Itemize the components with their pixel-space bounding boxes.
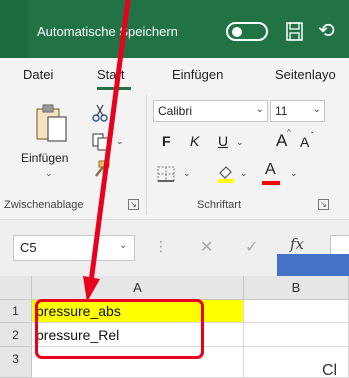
enter-icon[interactable]: ✓ bbox=[245, 237, 258, 257]
cropped-text: Cl bbox=[322, 362, 338, 378]
undo-icon[interactable]: ⟲ bbox=[318, 21, 335, 41]
borders-dropdown-icon[interactable]: ⌄ bbox=[183, 168, 191, 179]
fill-color-icon[interactable] bbox=[216, 163, 236, 183]
highlight-box bbox=[35, 299, 204, 359]
copy-icon[interactable] bbox=[92, 133, 110, 151]
shrink-caret-icon: ˇ bbox=[311, 131, 314, 140]
autosave-label: Automatische Speichern bbox=[37, 24, 178, 39]
group-separator bbox=[146, 95, 147, 215]
name-box-dropdown-icon[interactable]: ⌄ bbox=[119, 240, 127, 251]
toggle-knob bbox=[232, 27, 242, 37]
format-painter-icon[interactable] bbox=[92, 160, 110, 178]
row-header-3[interactable]: 3 bbox=[0, 347, 32, 378]
insert-function-icon[interactable]: fx bbox=[290, 235, 304, 253]
font-size-dropdown-icon: ⌄ bbox=[312, 104, 321, 115]
borders-icon[interactable] bbox=[157, 166, 175, 182]
font-name-value: Calibri bbox=[158, 104, 193, 118]
tab-einfuegen[interactable]: Einfügen bbox=[172, 67, 223, 82]
grow-caret-icon: ^ bbox=[287, 128, 291, 137]
column-header-b[interactable]: B bbox=[244, 276, 349, 300]
name-box[interactable]: C5 bbox=[13, 235, 135, 261]
save-icon[interactable] bbox=[286, 22, 303, 41]
row-header-2[interactable]: 2 bbox=[0, 323, 32, 347]
cancel-icon[interactable]: ✕ bbox=[200, 237, 213, 257]
font-color-dropdown-icon[interactable]: ⌄ bbox=[290, 168, 298, 179]
cell-b2[interactable] bbox=[244, 323, 349, 347]
active-tab-indicator bbox=[97, 87, 131, 90]
clipboard-group-label: Zwischenablage bbox=[4, 199, 84, 211]
autosave-toggle[interactable] bbox=[226, 22, 268, 41]
font-color-swatch bbox=[262, 181, 280, 185]
font-launcher-icon[interactable]: ↘ bbox=[318, 199, 329, 210]
italic-button[interactable]: K bbox=[190, 133, 199, 149]
fill-color-dropdown-icon[interactable]: ⌄ bbox=[240, 168, 248, 179]
tab-seitenlayout[interactable]: Seitenlayo bbox=[275, 67, 336, 82]
clipboard-launcher-icon[interactable]: ↘ bbox=[128, 199, 139, 210]
title-bar-left-strip bbox=[0, 0, 28, 58]
font-color-button[interactable]: A bbox=[265, 161, 276, 179]
paste-icon[interactable] bbox=[35, 103, 69, 143]
select-all-corner[interactable] bbox=[0, 276, 32, 300]
bold-button[interactable]: F bbox=[162, 133, 171, 149]
underline-button[interactable]: U bbox=[218, 133, 228, 149]
paste-dropdown-icon[interactable]: ⌄ bbox=[45, 168, 53, 179]
paste-label[interactable]: Einfügen bbox=[21, 151, 68, 165]
cell-b1[interactable] bbox=[244, 300, 349, 323]
font-group-label: Schriftart bbox=[197, 199, 242, 211]
grow-font-button[interactable]: A bbox=[276, 131, 287, 151]
font-size-select[interactable]: 11 ⌄ bbox=[270, 100, 325, 122]
underline-dropdown-icon[interactable]: ⌄ bbox=[236, 137, 244, 148]
font-name-dropdown-icon: ⌄ bbox=[255, 104, 264, 115]
tab-datei[interactable]: Datei bbox=[23, 67, 53, 82]
tab-start[interactable]: Start bbox=[97, 67, 124, 82]
shrink-font-button[interactable]: A bbox=[300, 134, 309, 150]
column-header-a[interactable]: A bbox=[32, 276, 244, 300]
shape-overlay bbox=[277, 254, 349, 277]
more-icon[interactable]: ⋮ bbox=[154, 238, 168, 255]
cut-icon[interactable] bbox=[92, 104, 108, 122]
row-header-1[interactable]: 1 bbox=[0, 300, 32, 323]
font-name-select[interactable]: Calibri ⌄ bbox=[153, 100, 268, 122]
font-size-value: 11 bbox=[275, 104, 288, 118]
copy-dropdown-icon[interactable]: ⌄ bbox=[116, 136, 124, 147]
